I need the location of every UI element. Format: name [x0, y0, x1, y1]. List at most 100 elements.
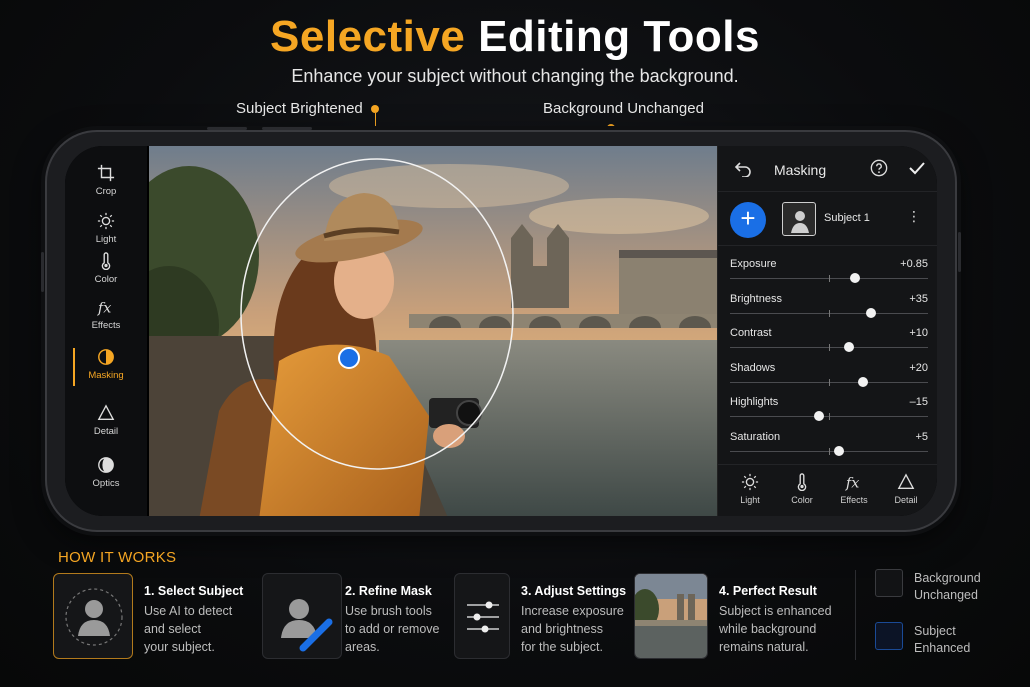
slider-label: Exposure	[730, 258, 777, 270]
slider-knob[interactable]	[814, 411, 825, 421]
step-line: for the subject.	[521, 640, 603, 654]
bottom-tab-label: Color	[791, 495, 813, 505]
tool-label: Masking	[88, 370, 124, 381]
slider-exposure[interactable]: Exposure +0.85	[730, 258, 928, 288]
bottom-tab-label: Effects	[840, 495, 868, 505]
slider-knob[interactable]	[833, 446, 844, 456]
callout-dot-left	[371, 105, 379, 113]
svg-text:fx: fx	[845, 475, 859, 491]
panel-header: Masking	[718, 146, 937, 192]
tool-label: Detail	[93, 426, 119, 437]
help-icon[interactable]	[870, 159, 888, 177]
slider-value: +20	[909, 362, 928, 374]
add-mask-button[interactable]: +	[730, 202, 766, 238]
callout-subject-brightened: Subject Brightened	[236, 100, 363, 117]
tool-color[interactable]: Color	[65, 252, 147, 285]
tool-effects[interactable]: fx Effects	[65, 298, 147, 331]
step-line: your subject.	[144, 640, 215, 654]
step-1-text: 1. Select Subject Use AI to detect and s…	[144, 582, 243, 656]
tool-optics[interactable]: Optics	[65, 456, 147, 489]
phone-button-right	[958, 232, 961, 272]
photo-canvas[interactable]	[149, 146, 717, 516]
undo-icon[interactable]	[734, 161, 752, 177]
checkmark-icon[interactable]	[908, 160, 926, 176]
phone-mockup: Crop Light Color fx Effects Masking Deta…	[41, 127, 961, 532]
slider-knob[interactable]	[857, 377, 868, 387]
tool-masking[interactable]: Masking	[65, 348, 147, 386]
title-main: Editing Tools	[478, 12, 760, 61]
slider-shadows[interactable]: Shadows +20	[730, 362, 928, 392]
mask-pin-handle[interactable]	[338, 347, 360, 369]
tool-crop[interactable]: Crop	[65, 164, 147, 197]
step-title: 3. Adjust Settings	[521, 584, 627, 598]
left-toolbar: Crop Light Color fx Effects Masking Deta…	[65, 146, 147, 516]
tool-light[interactable]: Light	[65, 212, 147, 245]
slider-label: Saturation	[730, 431, 781, 443]
bottom-tab-detail[interactable]: Detail	[880, 473, 932, 505]
step-2-text: 2. Refine Mask Use brush tools to add or…	[345, 582, 440, 656]
triangle-icon	[97, 404, 115, 420]
result-thumbnail	[635, 574, 707, 658]
subject-thumbnail[interactable]	[782, 202, 816, 236]
person-selection-icon	[65, 588, 123, 646]
tool-detail[interactable]: Detail	[65, 404, 147, 437]
phone-button-top-1	[207, 127, 247, 130]
how-it-works-title: HOW IT WORKS	[58, 549, 177, 566]
tool-label: Light	[95, 234, 117, 245]
legend-line: Subject	[914, 624, 956, 638]
slider-value: –15	[909, 396, 928, 408]
slider-highlights[interactable]: Highlights –15	[730, 396, 928, 426]
slider-knob[interactable]	[849, 273, 860, 283]
step-4-text: 4. Perfect Result Subject is enhanced wh…	[719, 582, 832, 656]
legend-background-unchanged: Background Unchanged	[914, 570, 981, 604]
sun-icon	[741, 473, 759, 491]
slider-label: Shadows	[730, 362, 776, 374]
photo-image	[149, 146, 717, 516]
step-line: Use brush tools	[345, 604, 432, 618]
step-title: 2. Refine Mask	[345, 584, 432, 598]
tool-label: Optics	[92, 478, 120, 489]
phone-button-side	[41, 252, 44, 292]
panel-bottom-tabs: Light Color fx Effects Detail	[718, 464, 937, 516]
step-line: while background	[719, 622, 817, 636]
lens-icon	[98, 457, 114, 473]
slider-center-tick	[829, 379, 830, 386]
slider-knob[interactable]	[865, 308, 876, 318]
slider-value: +10	[909, 327, 928, 339]
sliders-icon	[467, 601, 499, 633]
slider-label: Brightness	[730, 293, 782, 305]
slider-saturation[interactable]: Saturation +5	[730, 431, 928, 461]
step-card-adjust-settings	[454, 573, 510, 659]
bottom-tab-label: Light	[740, 495, 760, 505]
step-line: and brightness	[521, 622, 604, 636]
crop-icon	[97, 164, 115, 182]
legend-swatch-subject	[875, 622, 903, 650]
more-options-icon[interactable]: ⋮	[907, 208, 921, 225]
svg-text:fx: fx	[97, 300, 111, 316]
step-line: remains natural.	[719, 640, 809, 654]
slider-value: +35	[909, 293, 928, 305]
tool-label: Effects	[91, 320, 121, 331]
bottom-tab-color[interactable]: Color	[776, 473, 828, 505]
step-card-refine-mask	[262, 573, 342, 659]
subject-row: + Subject 1 ⋮	[718, 192, 937, 246]
slider-knob[interactable]	[843, 342, 854, 352]
legend-divider	[855, 570, 856, 660]
slider-center-tick	[829, 275, 830, 282]
slider-brightness[interactable]: Brightness +35	[730, 293, 928, 323]
title-accent: Selective	[270, 12, 466, 61]
step-line: areas.	[345, 640, 380, 654]
slider-center-tick	[829, 448, 830, 455]
thermometer-icon	[797, 473, 807, 491]
slider-center-tick	[829, 310, 830, 317]
bottom-tab-effects[interactable]: fx Effects	[828, 473, 880, 505]
slider-center-tick	[829, 344, 830, 351]
slider-contrast[interactable]: Contrast +10	[730, 327, 928, 357]
step-3-text: 3. Adjust Settings Increase exposure and…	[521, 582, 626, 656]
bottom-tab-label: Detail	[894, 495, 918, 505]
legend-line: Unchanged	[914, 588, 978, 602]
subject-label: Subject 1	[824, 212, 870, 224]
fx-icon: fx	[97, 300, 111, 316]
bottom-tab-light[interactable]: Light	[724, 473, 776, 505]
legend-subject-enhanced: Subject Enhanced	[914, 623, 970, 657]
